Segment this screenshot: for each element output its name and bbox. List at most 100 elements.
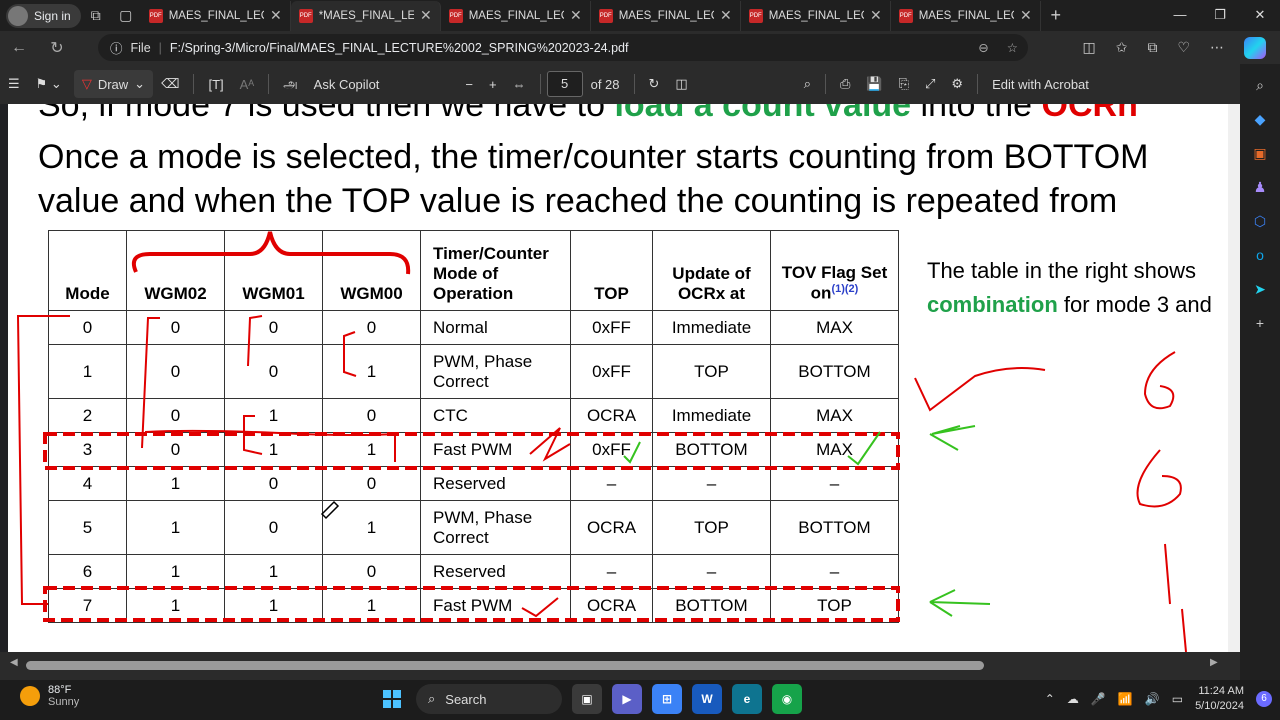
volume-icon[interactable]: 🔊 (1145, 692, 1160, 706)
browser-tab[interactable]: PDF MAES_FINAL_LECT ✕ (141, 0, 291, 31)
new-tab-button[interactable]: + (1041, 5, 1071, 26)
pdf-file-icon: PDF (448, 8, 463, 23)
favorite-star-icon[interactable]: ☆ (1007, 40, 1018, 55)
copilot-icon[interactable] (1244, 36, 1266, 59)
print-icon[interactable]: ⎙ (832, 76, 858, 92)
browser-essentials-icon[interactable]: ♡ (1177, 39, 1190, 56)
clock[interactable]: 11:24 AM 5/10/2024 (1195, 684, 1244, 714)
fullscreen-icon[interactable]: ⤢ (917, 76, 943, 92)
tab-title: MAES_FINAL_LECT (168, 9, 264, 22)
arrow-annotation (929, 589, 991, 617)
text-size-icon[interactable]: Aᴬ (232, 77, 263, 92)
url-field[interactable]: ⓘ File | F:/Spring-3/Micro/Final/MAES_FI… (98, 34, 1028, 61)
notification-badge[interactable]: 6 (1256, 691, 1272, 707)
browser-tab[interactable]: PDF MAES_FINAL_LECT ✕ (591, 0, 741, 31)
horizontal-scrollbar[interactable]: ◀ ▶ (0, 652, 1240, 680)
save-as-icon[interactable]: ⎘ (891, 76, 917, 92)
fit-width-icon[interactable]: ⇔ (505, 77, 534, 92)
more-menu-icon[interactable]: ⋯ (1210, 39, 1224, 56)
start-button[interactable] (378, 685, 406, 713)
zoom-out-icon[interactable]: − (457, 77, 481, 92)
check-annotation (623, 441, 641, 464)
ask-copilot-button[interactable]: Ask Copilot (306, 77, 388, 92)
vertical-scrollbar[interactable] (1228, 104, 1240, 652)
favorites-icon[interactable]: ✩ (1116, 39, 1128, 56)
bracket-annotation (343, 331, 357, 377)
browser-tab[interactable]: PDF MAES_FINAL_LECT ✕ (441, 0, 591, 31)
close-icon[interactable]: ✕ (720, 7, 732, 24)
zoom-in-icon[interactable]: + (481, 77, 505, 92)
wifi-icon[interactable]: 📶 (1118, 692, 1133, 706)
close-icon[interactable]: ✕ (570, 7, 582, 24)
weather-widget[interactable]: 88°F Sunny (20, 684, 79, 708)
sidebar-search-icon[interactable]: ⌕ (1249, 74, 1271, 96)
zoom-icon[interactable]: ⊖ (978, 40, 988, 55)
collections-icon[interactable]: ⧉ (1147, 39, 1157, 56)
close-window-button[interactable]: ✕ (1240, 0, 1280, 30)
sidebar-send-icon[interactable]: ➤ (1249, 278, 1271, 300)
tab-actions-icon[interactable]: ▢ (111, 1, 141, 31)
highlight-icon[interactable]: ⚑ ⌄ (28, 76, 70, 92)
scrollbar-thumb[interactable] (26, 661, 984, 670)
close-icon[interactable]: ✕ (420, 7, 432, 24)
browser-tab[interactable]: PDF MAES_FINAL_LECT ✕ (891, 0, 1041, 31)
taskbar-search[interactable]: ⌕ Search (416, 684, 562, 714)
read-aloud-icon[interactable]: அ (275, 76, 305, 93)
page-view-icon[interactable]: ◫ (667, 76, 695, 92)
pdf-file-icon: PDF (148, 8, 163, 23)
close-icon[interactable]: ✕ (1020, 7, 1032, 24)
browser-tab[interactable]: PDF *MAES_FINAL_LEC ✕ (290, 0, 441, 31)
weather-temp: 88°F (48, 684, 72, 696)
close-icon[interactable]: ✕ (270, 7, 282, 24)
edit-with-acrobat-button[interactable]: Edit with Acrobat (984, 77, 1097, 92)
mic-icon[interactable]: 🎤 (1091, 692, 1106, 706)
search-icon[interactable]: ⌕ (796, 76, 819, 92)
word-icon[interactable]: W (692, 684, 722, 714)
info-icon: ⓘ (110, 42, 123, 56)
save-icon[interactable]: 💾 (858, 76, 890, 92)
signin-button[interactable]: Sign in (6, 3, 81, 28)
sidebar-tools-icon[interactable]: ▣ (1249, 142, 1271, 164)
task-view-icon[interactable]: ▣ (572, 684, 602, 714)
edge-sidebar: ⌕ ◆ ▣ ♟ ⬡ o ➤ + (1240, 64, 1280, 680)
highlight-box-mode7 (43, 586, 900, 622)
page-number-input[interactable]: 5 (546, 71, 583, 97)
sidebar-outlook-icon[interactable]: o (1249, 244, 1271, 266)
workspaces-icon[interactable]: ⧉ (81, 1, 111, 31)
sidebar-copilot-icon[interactable]: ⬡ (1249, 210, 1271, 232)
edge-icon[interactable]: e (732, 684, 762, 714)
refresh-icon[interactable]: ↻ (38, 38, 76, 58)
sidebar-tag-icon[interactable]: ◆ (1249, 108, 1271, 130)
clock-date: 5/10/2024 (1195, 700, 1244, 712)
minimize-button[interactable]: — (1160, 0, 1200, 30)
ink-annotations (16, 231, 1187, 652)
check-annotation (847, 431, 881, 466)
battery-icon[interactable]: ▭ (1172, 692, 1183, 706)
browser-tab[interactable]: PDF MAES_FINAL_LECT ✕ (741, 0, 891, 31)
draw-label: Draw (97, 76, 129, 92)
tray-chevron-icon[interactable]: ⌃ (1045, 692, 1055, 706)
bracket-annotation (247, 315, 263, 367)
eraser-icon[interactable]: ⌫ (153, 76, 187, 92)
back-icon[interactable]: ← (0, 39, 38, 57)
chrome-icon[interactable]: ◉ (772, 684, 802, 714)
store-icon[interactable]: ⊞ (652, 684, 682, 714)
rotate-icon[interactable]: ↻ (641, 76, 668, 92)
contents-icon[interactable]: ☰ (0, 76, 28, 92)
restore-button[interactable]: ❐ (1200, 0, 1240, 30)
scroll-left-icon[interactable]: ◀ (10, 657, 18, 668)
text-box-icon[interactable]: [T] (200, 77, 231, 92)
sidebar-add-icon[interactable]: + (1249, 312, 1271, 334)
sidebar-games-icon[interactable]: ♟ (1249, 176, 1271, 198)
teams-icon[interactable]: ▶ (612, 684, 642, 714)
tab-title: MAES_FINAL_LECT (618, 9, 714, 22)
draw-button[interactable]: ▽ Draw ⌄ (73, 70, 154, 98)
page-total: of 28 (590, 76, 620, 92)
pdf-page[interactable]: So, if mode 7 is used then we have to lo… (0, 104, 1240, 652)
split-screen-icon[interactable]: ◫ (1082, 39, 1095, 56)
settings-icon[interactable]: ⚙ (943, 76, 971, 92)
url-text: F:/Spring-3/Micro/Final/MAES_FINAL_LECTU… (169, 40, 629, 55)
onedrive-icon[interactable]: ☁ (1067, 692, 1079, 706)
scroll-right-icon[interactable]: ▶ (1210, 657, 1218, 668)
close-icon[interactable]: ✕ (870, 7, 882, 24)
